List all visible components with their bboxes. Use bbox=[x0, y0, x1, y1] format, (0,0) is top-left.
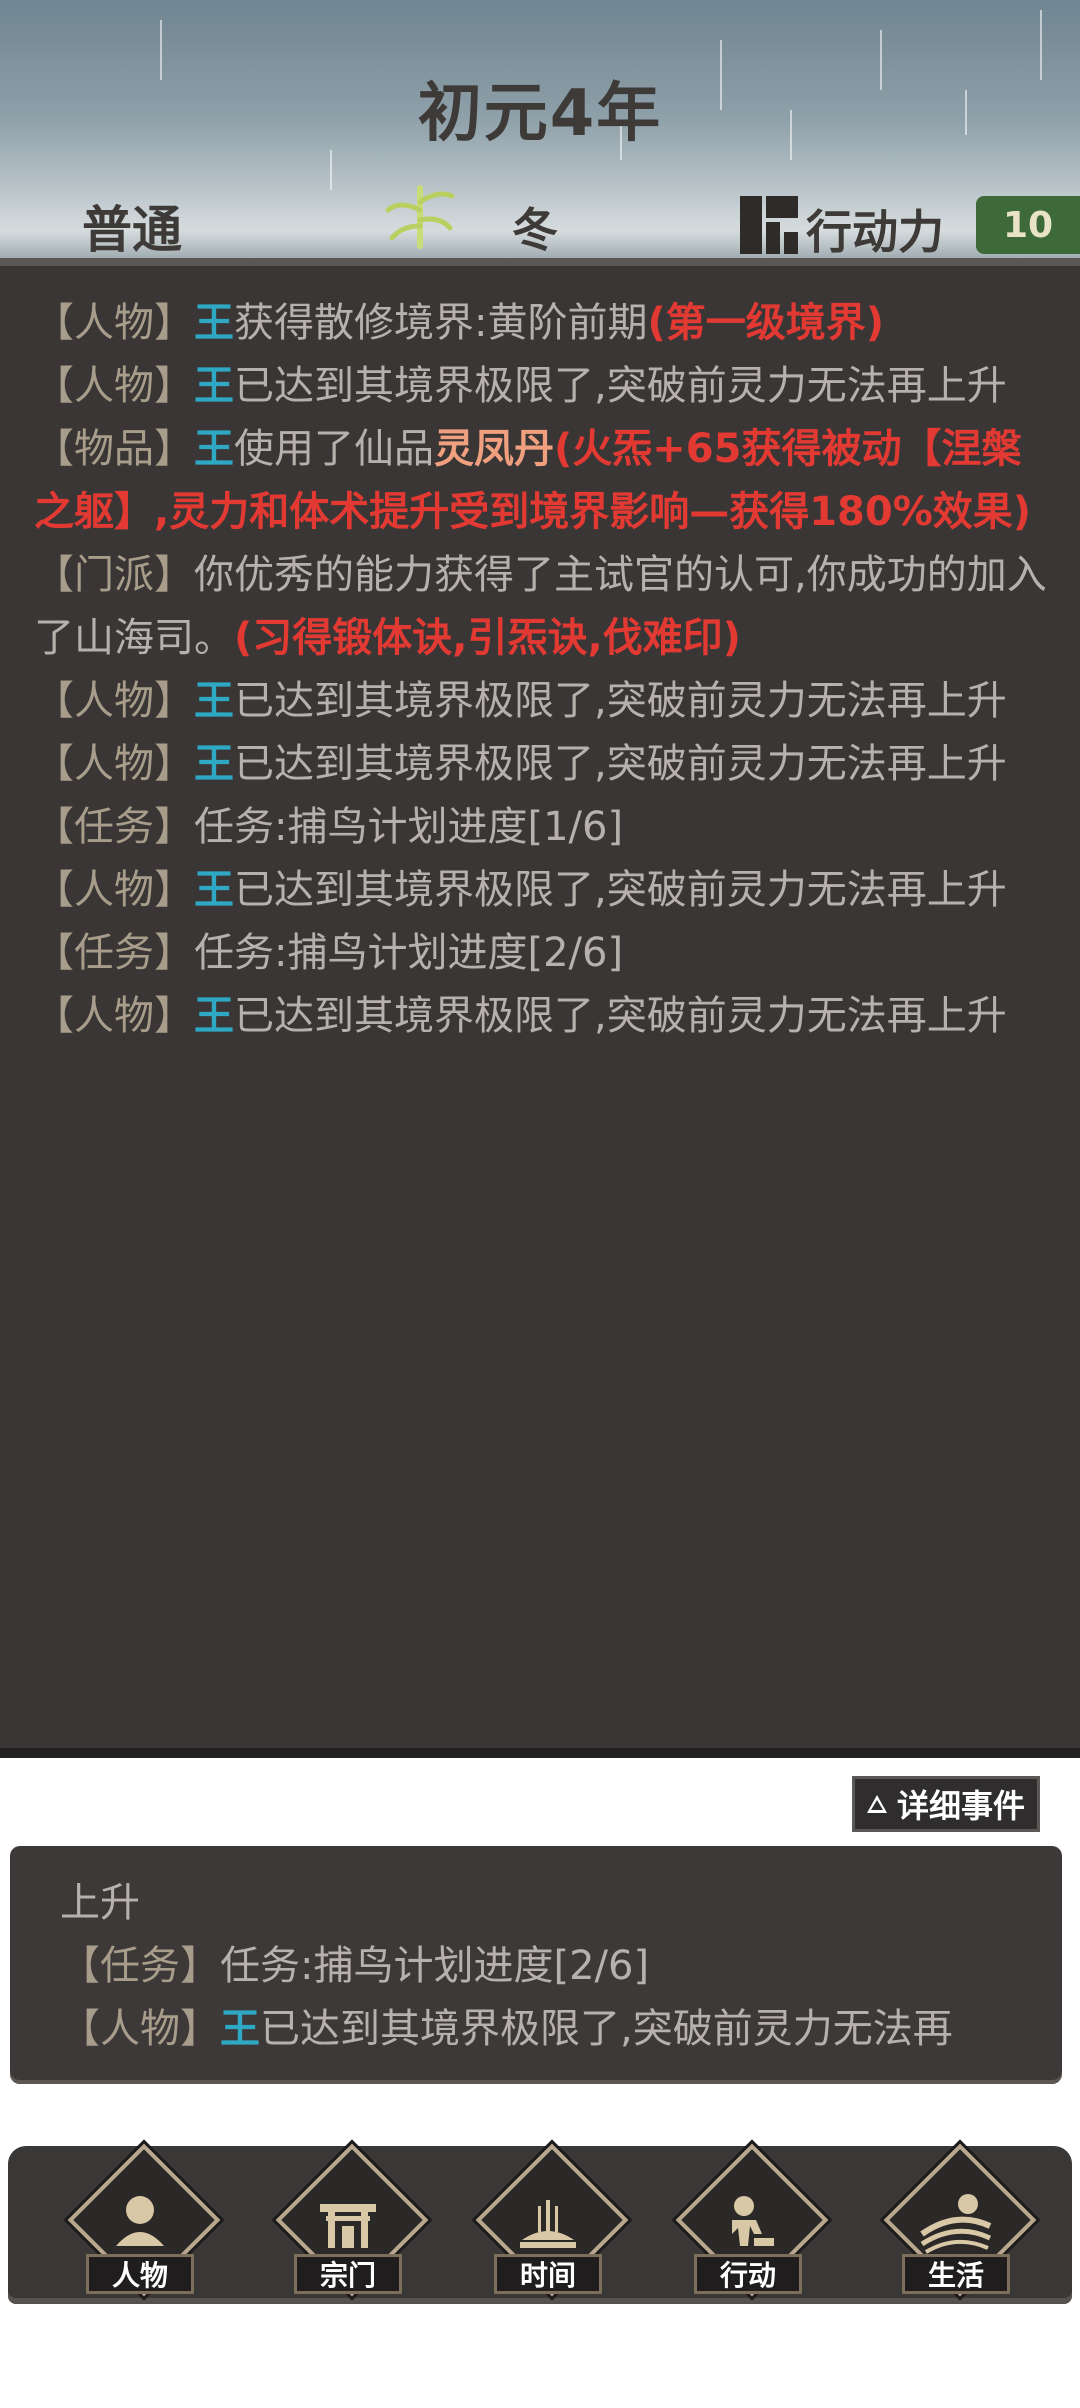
action-icon bbox=[732, 2196, 774, 2246]
bottom-nav: 人物 宗门 时间 行动 生活 bbox=[8, 2143, 1072, 2304]
item-name[interactable]: 灵凤丹 bbox=[434, 426, 554, 472]
nav-life[interactable]: 生活 bbox=[874, 2143, 1037, 2302]
log-entry: 【人物】王获得散修境界:黄阶前期(第一级境界) bbox=[34, 292, 1050, 355]
log-tag: 【人物】 bbox=[34, 867, 194, 913]
season-label: 冬 bbox=[512, 203, 558, 257]
log-tag: 【任务】 bbox=[34, 804, 194, 850]
log-tag: 【人物】 bbox=[34, 363, 194, 409]
log-text: 已达到其境界极限了,突破前灵力无法再上升 bbox=[234, 363, 1007, 409]
character-name[interactable]: 王 bbox=[220, 2006, 260, 2052]
log-text: 已达到其境界极限了,突破前灵力无法再 bbox=[260, 2006, 953, 2052]
log-text: 已达到其境界极限了,突破前灵力无法再上升 bbox=[234, 867, 1007, 913]
mini-log-line: 【人物】王已达到其境界极限了,突破前灵力无法再 bbox=[60, 1998, 1022, 2061]
log-divider bbox=[0, 1748, 1080, 1758]
event-log[interactable]: 【人物】王获得散修境界:黄阶前期(第一级境界) 【人物】王已达到其境界极限了,突… bbox=[0, 266, 1080, 1754]
log-text: 已达到其境界极限了,突破前灵力无法再上升 bbox=[234, 678, 1007, 724]
log-entry: 【人物】王已达到其境界极限了,突破前灵力无法再上升 bbox=[34, 670, 1050, 733]
year-title: 初元4年 bbox=[417, 77, 663, 151]
incense-icon bbox=[520, 2200, 576, 2248]
nav-label: 宗门 bbox=[294, 2254, 402, 2294]
log-entry: 【门派】你优秀的能力获得了主试官的认可,你成功的加入了山海司。(习得锻体诀,引炁… bbox=[34, 544, 1050, 670]
nav-time[interactable]: 时间 bbox=[466, 2143, 629, 2302]
detail-events-button[interactable]: 详细事件 bbox=[852, 1776, 1040, 1832]
log-highlight: (第一级境界) bbox=[647, 300, 885, 346]
log-text: 获得散修境界:黄阶前期 bbox=[234, 300, 648, 346]
log-text: 已达到其境界极限了,突破前灵力无法再上升 bbox=[234, 993, 1007, 1039]
character-name[interactable]: 王 bbox=[194, 300, 234, 346]
action-points-value: 10 bbox=[976, 196, 1080, 254]
detail-events-label: 详细事件 bbox=[896, 1787, 1025, 1825]
log-entry: 【任务】任务:捕鸟计划进度[2/6] bbox=[34, 922, 1050, 985]
character-name[interactable]: 王 bbox=[194, 363, 234, 409]
recent-events-panel[interactable]: 上升 【任务】任务:捕鸟计划进度[2/6] 【人物】王已达到其境界极限了,突破前… bbox=[10, 1846, 1062, 2084]
character-name[interactable]: 王 bbox=[194, 678, 234, 724]
nav-action[interactable]: 行动 bbox=[666, 2143, 829, 2302]
log-tag: 【人物】 bbox=[34, 300, 194, 346]
log-tag: 【人物】 bbox=[60, 2006, 220, 2052]
character-name[interactable]: 王 bbox=[194, 993, 234, 1039]
log-entry: 【任务】任务:捕鸟计划进度[1/6] bbox=[34, 796, 1050, 859]
log-entry: 【物品】王使用了仙品灵凤丹(火炁+65获得被动【涅槃之躯】,灵力和体术提升受到境… bbox=[34, 418, 1050, 544]
mini-log-line: 【任务】任务:捕鸟计划进度[2/6] bbox=[60, 1935, 1022, 1998]
character-name[interactable]: 王 bbox=[194, 426, 234, 472]
character-name[interactable]: 王 bbox=[194, 867, 234, 913]
nav-label: 时间 bbox=[494, 2254, 602, 2294]
log-entry: 【人物】王已达到其境界极限了,突破前灵力无法再上升 bbox=[34, 733, 1050, 796]
action-points-icon bbox=[740, 196, 798, 254]
log-tag: 【物品】 bbox=[34, 426, 194, 472]
log-entry: 【人物】王已达到其境界极限了,突破前灵力无法再上升 bbox=[34, 355, 1050, 418]
log-tag: 【人物】 bbox=[34, 993, 194, 1039]
log-text: 使用了仙品 bbox=[234, 426, 434, 472]
nav-label: 生活 bbox=[902, 2254, 1010, 2294]
person-icon bbox=[116, 2196, 164, 2246]
nav-sect[interactable]: 宗门 bbox=[266, 2143, 429, 2302]
life-icon bbox=[920, 2194, 992, 2254]
log-text: 任务:捕鸟计划进度[2/6] bbox=[220, 1943, 650, 1989]
bamboo-icon bbox=[385, 185, 455, 249]
character-name[interactable]: 王 bbox=[194, 741, 234, 787]
difficulty-label[interactable]: 普通 bbox=[82, 190, 182, 262]
log-tag: 【门派】 bbox=[34, 552, 194, 598]
log-text: 任务:捕鸟计划进度[2/6] bbox=[194, 930, 624, 976]
log-entry: 【人物】王已达到其境界极限了,突破前灵力无法再上升 bbox=[34, 859, 1050, 922]
log-tag: 【任务】 bbox=[34, 930, 194, 976]
log-tag: 【人物】 bbox=[34, 678, 194, 724]
gate-icon bbox=[320, 2204, 376, 2248]
log-tag: 【人物】 bbox=[34, 741, 194, 787]
top-header: 初元4年 普通 冬 行动力 10 bbox=[0, 0, 1080, 262]
nav-label: 人物 bbox=[86, 2254, 194, 2294]
log-tag: 【任务】 bbox=[60, 1943, 220, 1989]
log-text: 已达到其境界极限了,突破前灵力无法再上升 bbox=[234, 741, 1007, 787]
action-points-label: 行动力 bbox=[806, 205, 944, 259]
header-divider bbox=[0, 258, 1080, 266]
nav-person[interactable]: 人物 bbox=[58, 2143, 221, 2302]
nav-label: 行动 bbox=[694, 2254, 802, 2294]
log-text: 任务:捕鸟计划进度[1/6] bbox=[194, 804, 624, 850]
log-entry: 【人物】王已达到其境界极限了,突破前灵力无法再上升 bbox=[34, 985, 1050, 1048]
log-highlight: (习得锻体诀,引炁诀,伐难印) bbox=[234, 615, 741, 661]
mini-log-line: 上升 bbox=[60, 1880, 140, 1926]
triangle-up-icon bbox=[866, 1795, 887, 1813]
rain-streak bbox=[330, 150, 332, 190]
